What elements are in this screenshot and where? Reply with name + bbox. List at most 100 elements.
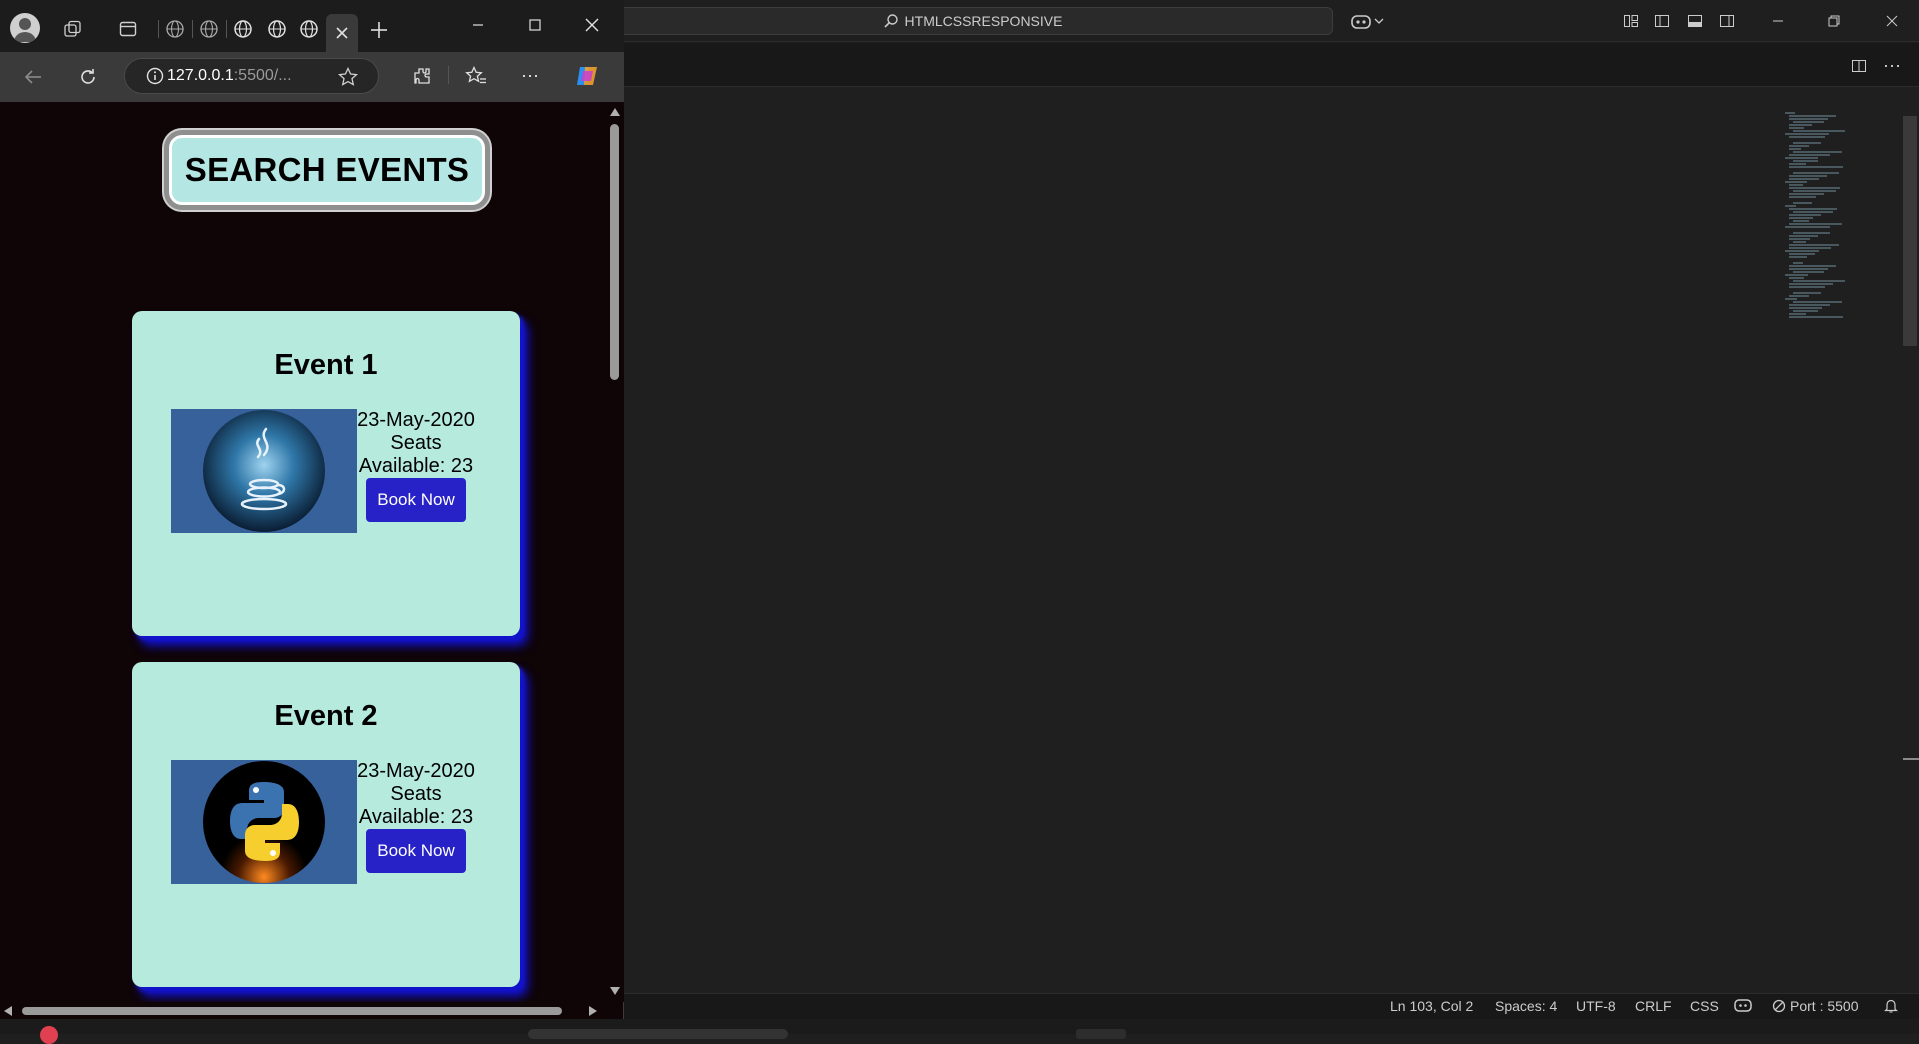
toggle-panel-icon[interactable] [1684,10,1706,32]
taskbar-item[interactable] [528,1029,788,1039]
extensions-icon[interactable] [410,64,434,88]
java-icon [171,409,357,533]
live-server-port[interactable]: Port : 5500 [1772,998,1859,1014]
language-mode[interactable]: CSS [1690,998,1719,1014]
vertical-scroll-thumb[interactable] [610,124,619,380]
minimap-line [1793,130,1845,132]
tab-globe-icon[interactable] [294,14,324,44]
copilot-status-icon[interactable] [1734,998,1752,1012]
minimap-line [1789,286,1825,288]
command-center[interactable]: HTMLCSSRESPONSIVE [612,7,1333,35]
more-menu-icon[interactable]: ⋯ [518,64,542,88]
minimap-line [1793,232,1830,234]
copilot-menu[interactable] [1350,10,1390,32]
scroll-left-arrow-icon[interactable] [3,1005,13,1017]
scrollbar-marker [1903,758,1919,760]
minimap-line [1789,196,1816,198]
minimap-line [1789,163,1806,165]
minimap-line [1785,205,1796,207]
customize-layout-icon[interactable] [1620,10,1642,32]
event-seats-available: Available: 23 [358,455,474,477]
editor-scrollbar[interactable] [1903,116,1917,346]
event-seats-label: Seats [390,783,442,805]
page-viewport[interactable]: SEARCH EVENTS Event 1 23-May-2020 Seats … [0,102,606,1002]
workspaces-icon[interactable] [62,18,84,40]
minimap-line [1789,136,1825,138]
bell-icon[interactable] [1884,998,1898,1013]
site-info-icon[interactable] [145,66,165,86]
minimap-line [1789,214,1821,216]
minimap-line [1789,124,1812,126]
url-path: :5500/... [233,67,292,84]
minimize-icon[interactable] [467,14,489,36]
close-icon[interactable] [581,14,603,36]
toggle-secondary-sidebar-icon[interactable] [1716,10,1738,32]
restore-icon[interactable] [1814,6,1854,36]
page-vertical-scrollbar[interactable] [606,102,624,1002]
scroll-up-arrow-icon[interactable] [609,107,621,117]
minimap-line [1785,157,1818,159]
minimap-line [1789,307,1822,309]
split-editor-icon[interactable] [1848,55,1870,77]
minimap-line [1785,298,1797,300]
favorites-icon[interactable] [464,64,488,88]
minimap-line [1793,271,1824,273]
event-seats-label: Seats [390,432,442,454]
more-actions-icon[interactable]: ⋯ [1881,55,1903,77]
maximize-icon[interactable] [524,14,546,36]
search-events-button[interactable]: SEARCH EVENTS [164,130,490,210]
tab-globe-icon[interactable] [194,14,224,44]
profile-avatar[interactable] [10,13,40,43]
minimap-line [1789,127,1804,129]
tab-globe-icon[interactable] [228,14,258,44]
minimap-line [1789,178,1819,180]
tab-globe-icon[interactable] [262,14,292,44]
tab-globe-icon[interactable] [160,14,190,44]
book-now-button[interactable]: Book Now [366,829,466,873]
minimap-line [1789,184,1803,186]
minimap-line [1785,181,1807,183]
event-date: 23-May-2020 [357,760,475,782]
toolbar-separator [448,66,449,84]
event-card: Event 2 23-May-2020 Seats Available: 23 … [132,662,520,987]
refresh-icon[interactable] [76,65,100,89]
minimap-line [1789,283,1833,285]
end-of-line[interactable]: CRLF [1635,998,1672,1014]
tab-actions-icon[interactable] [117,18,139,40]
new-tab-icon[interactable] [367,18,391,42]
port-label: Port : 5500 [1790,998,1859,1014]
cursor-position[interactable]: Ln 103, Col 2 [1390,998,1473,1014]
scroll-down-arrow-icon[interactable] [609,986,621,996]
back-arrow-icon[interactable] [21,65,45,89]
encoding[interactable]: UTF-8 [1576,998,1616,1014]
event-details: 23-May-2020 Seats Available: 23 [357,409,475,478]
minimap[interactable] [1785,112,1865,332]
minimap-line [1785,112,1795,114]
event-date: 23-May-2020 [357,409,475,431]
url-host: 127.0.0.1 [167,67,234,84]
minimap-line [1789,256,1807,258]
search-icon [883,14,898,28]
minimize-icon[interactable] [1758,6,1798,36]
toggle-primary-sidebar-icon[interactable] [1651,10,1673,32]
address-bar[interactable]: 127.0.0.1:5500/... [124,58,379,94]
horizontal-scroll-thumb[interactable] [22,1007,562,1015]
book-now-button[interactable]: Book Now [366,478,466,522]
favorite-star-icon[interactable] [337,66,359,88]
minimap-line [1793,310,1818,312]
page-horizontal-scrollbar[interactable] [0,1002,606,1019]
active-tab-close-icon[interactable] [326,14,358,52]
minimap-line [1793,292,1821,294]
browser-window: 127.0.0.1:5500/... ⋯ SEARCH EVENTS Event… [0,0,624,1019]
taskbar-item[interactable] [1076,1029,1126,1039]
taskbar-app-icon[interactable] [40,1026,58,1044]
minimap-line [1789,166,1843,168]
scroll-right-arrow-icon[interactable] [588,1005,598,1017]
event-image [171,409,357,533]
indentation[interactable]: Spaces: 4 [1495,998,1557,1014]
event-card: Event 1 23-May-2020 Seats Available: 23 … [132,311,520,636]
minimap-line [1785,250,1819,252]
close-window-icon[interactable] [1872,6,1912,36]
minimap-line [1789,247,1831,249]
copilot-icon[interactable] [573,62,601,90]
